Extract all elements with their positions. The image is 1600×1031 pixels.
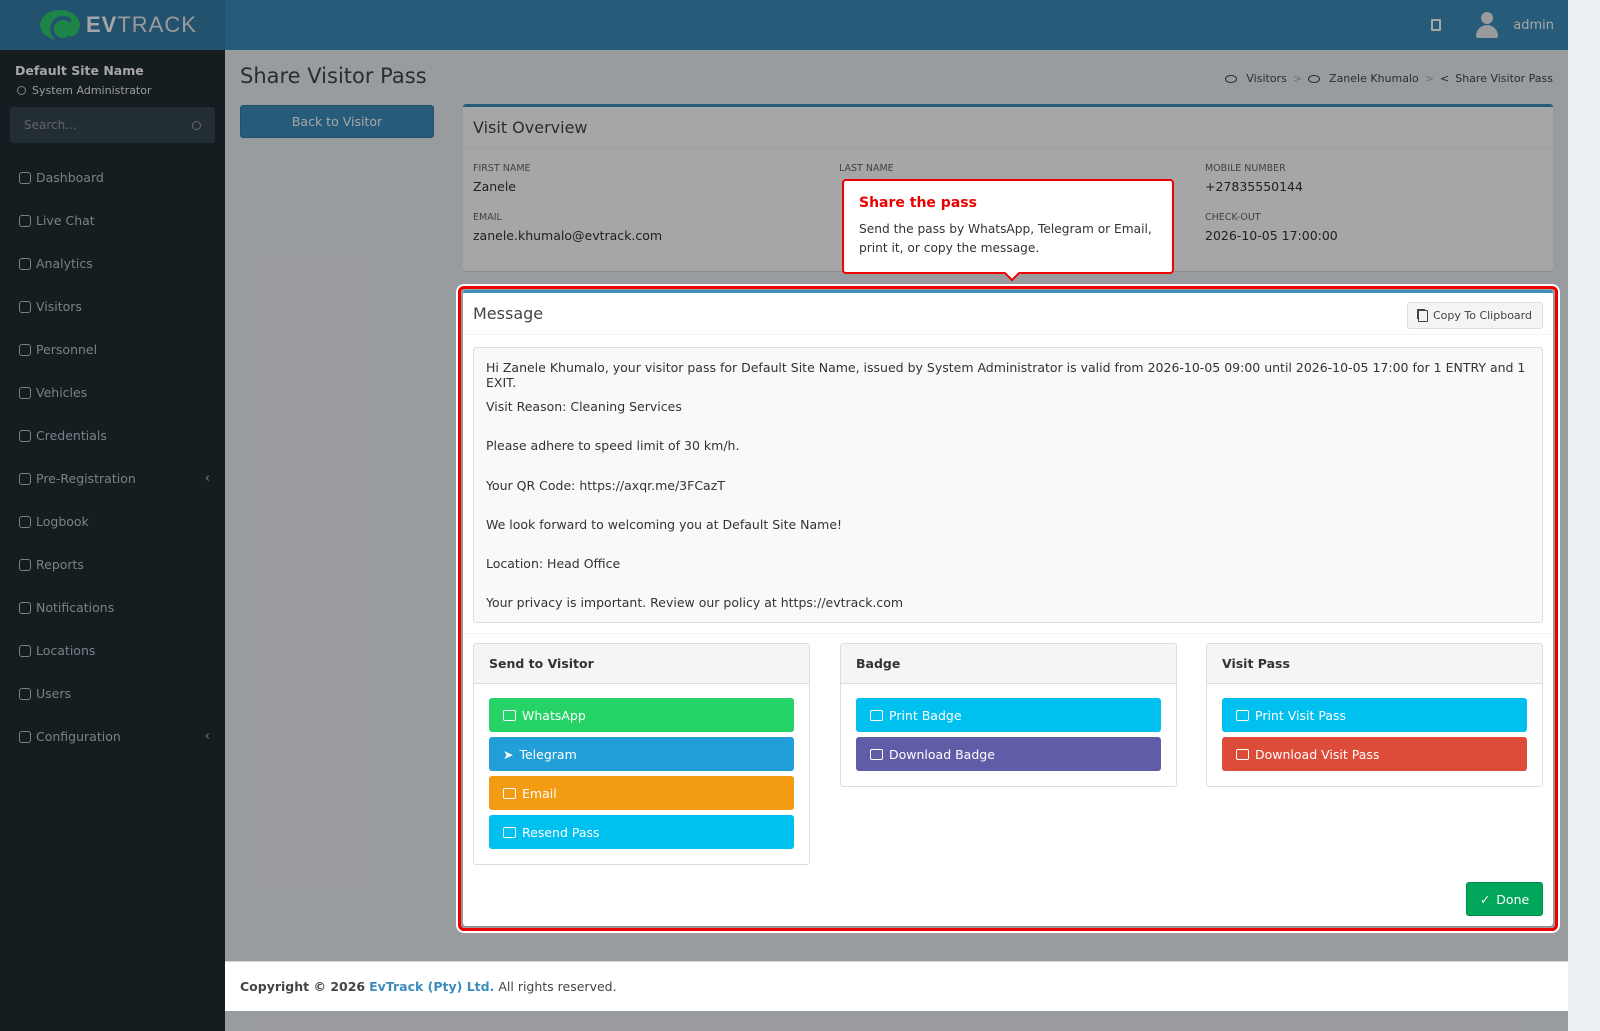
book-icon[interactable]: [1431, 19, 1442, 31]
breadcrumb-visitor[interactable]: Zanele Khumalo: [1329, 72, 1419, 85]
sidebar-item-credentials[interactable]: Credentials: [0, 414, 225, 457]
tour-tooltip: Share the pass Send the pass by WhatsApp…: [842, 179, 1174, 274]
sidebar-item-vehicles[interactable]: Vehicles: [0, 371, 225, 414]
user-icon: [17, 86, 26, 95]
dashboard-icon: [19, 171, 31, 184]
sidebar-item-personnel[interactable]: Personnel: [0, 328, 225, 371]
copyright-text: Copyright © 2026: [240, 979, 366, 994]
checkout-label: CHECK-OUT: [1205, 212, 1261, 223]
sidebar-item-users[interactable]: Users: [0, 672, 225, 715]
avatar[interactable]: [1475, 12, 1499, 38]
tooltip-title: Share the pass: [859, 195, 977, 211]
breadcrumb: Visitors > Zanele Khumalo > < Share Visi…: [1225, 72, 1553, 85]
chevron-left-icon: ‹: [204, 471, 210, 486]
company-link[interactable]: EvTrack (Pty) Ltd.: [369, 979, 494, 994]
rights-text: All rights reserved.: [498, 979, 617, 994]
mobile-label: MOBILE NUMBER: [1205, 163, 1286, 174]
chart-icon: [19, 558, 31, 571]
target-icon: [19, 257, 31, 270]
eye-icon: [1225, 74, 1238, 83]
mobile-field: MOBILE NUMBER +27835550144: [1205, 163, 1545, 194]
eye-icon: [1308, 74, 1321, 83]
users-icon: [19, 687, 31, 700]
car-icon: [19, 386, 31, 399]
first-name-value: Zanele: [473, 179, 516, 194]
checkout-value: 2026-10-05 17:00:00: [1205, 228, 1338, 243]
first-name-label: FIRST NAME: [473, 163, 531, 174]
search-icon[interactable]: [192, 120, 201, 130]
sidebar-item-notifications[interactable]: Notifications: [0, 586, 225, 629]
share-icon: <: [1440, 72, 1450, 85]
email-label: EMAIL: [473, 212, 502, 223]
search-placeholder: Search...: [24, 118, 77, 132]
visit-overview-title: Visit Overview: [463, 107, 1553, 149]
brand-name: EVTRACK: [86, 12, 197, 37]
gear-icon: [19, 730, 31, 743]
app: EVTRACK admin Default Site Name System A…: [0, 0, 1568, 1031]
last-name-label: LAST NAME: [839, 163, 894, 174]
sidebar-item-visitors[interactable]: Visitors: [0, 285, 225, 328]
user-role: System Administrator: [15, 84, 210, 97]
first-name-field: FIRST NAME Zanele: [473, 163, 839, 194]
sidebar-item-locations[interactable]: Locations: [0, 629, 225, 672]
footer: Copyright © 2026 EvTrack (Pty) Ltd. All …: [225, 961, 1568, 1011]
username[interactable]: admin: [1513, 18, 1554, 33]
headset-icon: [19, 214, 31, 227]
breadcrumb-separator: >: [1292, 72, 1303, 85]
back-to-visitor-button[interactable]: Back to Visitor: [240, 105, 434, 138]
top-navbar: EVTRACK admin: [0, 0, 1568, 50]
search-input[interactable]: Search...: [10, 107, 215, 143]
book-icon: [19, 515, 31, 528]
site-name: Default Site Name: [15, 63, 144, 78]
logo-mark-icon: [40, 10, 80, 42]
tour-highlight: [458, 286, 1558, 931]
sidebar: Default Site Name System Administrator S…: [0, 50, 225, 1031]
chevron-left-icon: ‹: [204, 729, 210, 744]
eye-icon: [19, 300, 31, 313]
breadcrumb-separator: >: [1424, 72, 1434, 85]
breadcrumb-visitors[interactable]: Visitors: [1246, 72, 1286, 85]
message-icon: [19, 601, 31, 614]
logo[interactable]: EVTRACK: [0, 0, 225, 50]
user-menu: admin: [1431, 0, 1568, 50]
sidebar-menu: Dashboard Live Chat Analytics Visitors P…: [0, 156, 225, 758]
sidebar-item-analytics[interactable]: Analytics: [0, 242, 225, 285]
checkout-field: CHECK-OUT 2026-10-05 17:00:00: [1205, 212, 1545, 243]
sidebar-item-reports[interactable]: Reports: [0, 543, 225, 586]
sidebar-item-pre-registration[interactable]: Pre-Registration ‹: [0, 457, 225, 500]
sidebar-item-dashboard[interactable]: Dashboard: [0, 156, 225, 199]
map-icon: [19, 644, 31, 657]
id-badge-icon: [19, 429, 31, 442]
arrows-icon: [19, 472, 31, 485]
email-value: zanele.khumalo@evtrack.com: [473, 228, 663, 243]
page-title: Share Visitor Pass: [240, 64, 427, 88]
tooltip-body: Send the pass by WhatsApp, Telegram or E…: [859, 222, 1152, 255]
email-field: EMAIL zanele.khumalo@evtrack.com: [473, 212, 839, 243]
mobile-value: +27835550144: [1205, 179, 1303, 194]
site-info: Default Site Name System Administrator: [0, 50, 225, 97]
sidebar-item-live-chat[interactable]: Live Chat: [0, 199, 225, 242]
breadcrumb-current: Share Visitor Pass: [1455, 72, 1553, 85]
sidebar-item-logbook[interactable]: Logbook: [0, 500, 225, 543]
sidebar-item-configuration[interactable]: Configuration ‹: [0, 715, 225, 758]
personnel-icon: [19, 343, 31, 356]
